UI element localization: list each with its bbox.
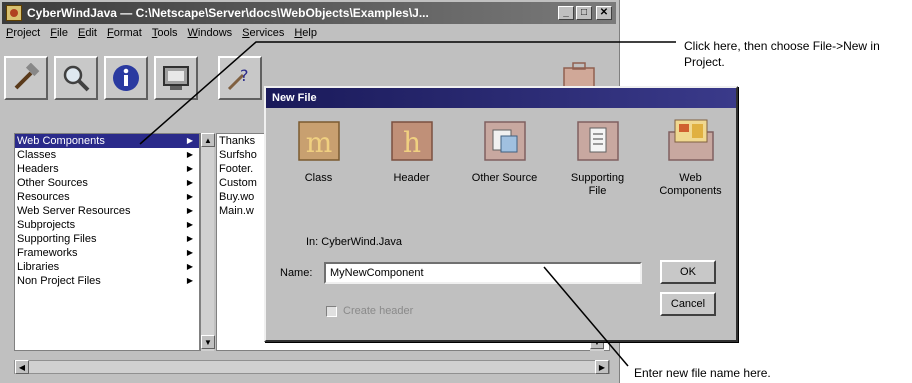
checkbox-box[interactable] xyxy=(326,305,337,317)
menu-help[interactable]: Help xyxy=(290,26,323,44)
menu-tools[interactable]: Tools xyxy=(148,26,184,44)
type-label: Other Source xyxy=(471,172,538,184)
help-button[interactable]: ? xyxy=(218,56,262,100)
info-icon xyxy=(113,65,139,91)
svg-text:?: ? xyxy=(240,66,249,85)
scroll-up-icon[interactable]: ▲ xyxy=(201,133,215,147)
window-titlebar: CyberWindJava — C:\Netscape\Server\docs\… xyxy=(2,2,616,24)
type-label: Class xyxy=(304,172,333,184)
menubar: Project File Edit Format Tools Windows S… xyxy=(2,26,323,44)
category-web-components[interactable]: Web Components ▶ xyxy=(15,134,199,148)
supporting-file-icon xyxy=(576,121,619,161)
category-subprojects[interactable]: Subprojects ▶ xyxy=(15,218,199,232)
find-button[interactable] xyxy=(54,56,98,100)
menu-services[interactable]: Services xyxy=(238,26,290,44)
type-class[interactable]: m Class xyxy=(272,112,365,212)
menu-project[interactable]: Project xyxy=(2,26,46,44)
category-other-sources[interactable]: Other Sources ▶ xyxy=(15,176,199,190)
close-button[interactable]: ✕ xyxy=(596,6,612,20)
file-type-chooser: m Class h Header Other Source Supporting… xyxy=(272,112,738,212)
type-other-source[interactable]: Other Source xyxy=(458,112,551,212)
type-label: Header xyxy=(393,172,430,184)
ok-button[interactable]: OK xyxy=(660,260,716,284)
category-libraries[interactable]: Libraries ▶ xyxy=(15,260,199,274)
category-classes[interactable]: Classes ▶ xyxy=(15,148,199,162)
inspector-button[interactable] xyxy=(104,56,148,100)
category-supporting-files[interactable]: Supporting Files ▶ xyxy=(15,232,199,246)
type-label: Supporting File xyxy=(570,172,625,197)
create-header-label: Create header xyxy=(343,305,414,317)
header-file-icon: h xyxy=(390,121,433,161)
category-frameworks[interactable]: Frameworks ▶ xyxy=(15,246,199,260)
minimize-button[interactable]: _ xyxy=(558,6,574,20)
file-name-input[interactable] xyxy=(324,262,642,284)
menu-format[interactable]: Format xyxy=(103,26,148,44)
help-question-icon: ? xyxy=(227,66,249,91)
project-location-label: In: CyberWind.Java xyxy=(306,236,402,248)
name-label: Name: xyxy=(280,267,313,279)
menu-windows[interactable]: Windows xyxy=(184,26,239,44)
scroll-right-icon[interactable]: ▶ xyxy=(595,360,609,374)
cancel-button[interactable]: Cancel xyxy=(660,292,716,316)
category-web-server-resources[interactable]: Web Server Resources ▶ xyxy=(15,204,199,218)
menu-edit[interactable]: Edit xyxy=(74,26,103,44)
category-list: Web Components ▶ Classes ▶ Headers ▶ Other … xyxy=(14,133,200,351)
scroll-down-icon[interactable]: ▼ xyxy=(201,335,215,349)
maximize-button[interactable]: □ xyxy=(576,6,592,20)
svg-text:m: m xyxy=(305,126,332,159)
type-supporting-file[interactable]: Supporting File xyxy=(551,112,644,212)
magnifier-icon xyxy=(63,65,90,92)
svg-text:h: h xyxy=(402,126,420,159)
scroll-left-icon[interactable]: ◀ xyxy=(15,360,29,374)
type-web-components[interactable]: Web Components xyxy=(644,112,737,212)
toolbar: ? xyxy=(4,56,262,106)
window-title: CyberWindJava — C:\Netscape\Server\docs\… xyxy=(27,6,429,20)
build-button[interactable] xyxy=(4,56,48,100)
callout-bottom: Enter new file name here. xyxy=(634,366,771,380)
monitor-icon xyxy=(163,66,189,90)
other-source-icon xyxy=(483,121,526,161)
launcher-button[interactable] xyxy=(154,56,198,100)
category-scrollbar[interactable]: ▲ ▼ xyxy=(200,133,215,351)
category-non-project-files[interactable]: Non Project Files ▶ xyxy=(15,274,199,288)
type-label: Web Components xyxy=(659,172,722,197)
create-header-checkbox[interactable]: Create header xyxy=(326,305,413,317)
web-component-icon xyxy=(667,119,714,161)
category-headers[interactable]: Headers ▶ xyxy=(15,162,199,176)
app-icon xyxy=(6,5,22,21)
type-header[interactable]: h Header xyxy=(365,112,458,212)
hammer-icon xyxy=(14,63,40,90)
callout-top: Click here, then choose File->New in Pro… xyxy=(684,39,880,69)
new-file-dialog: New File m Class h Header Other Source S… xyxy=(264,86,738,342)
dialog-title: New File xyxy=(266,88,736,108)
class-file-icon: m xyxy=(297,121,340,161)
menu-file[interactable]: File xyxy=(46,26,74,44)
category-resources[interactable]: Resources ▶ xyxy=(15,190,199,204)
horizontal-scrollbar[interactable]: ◀ ▶ xyxy=(14,360,610,374)
